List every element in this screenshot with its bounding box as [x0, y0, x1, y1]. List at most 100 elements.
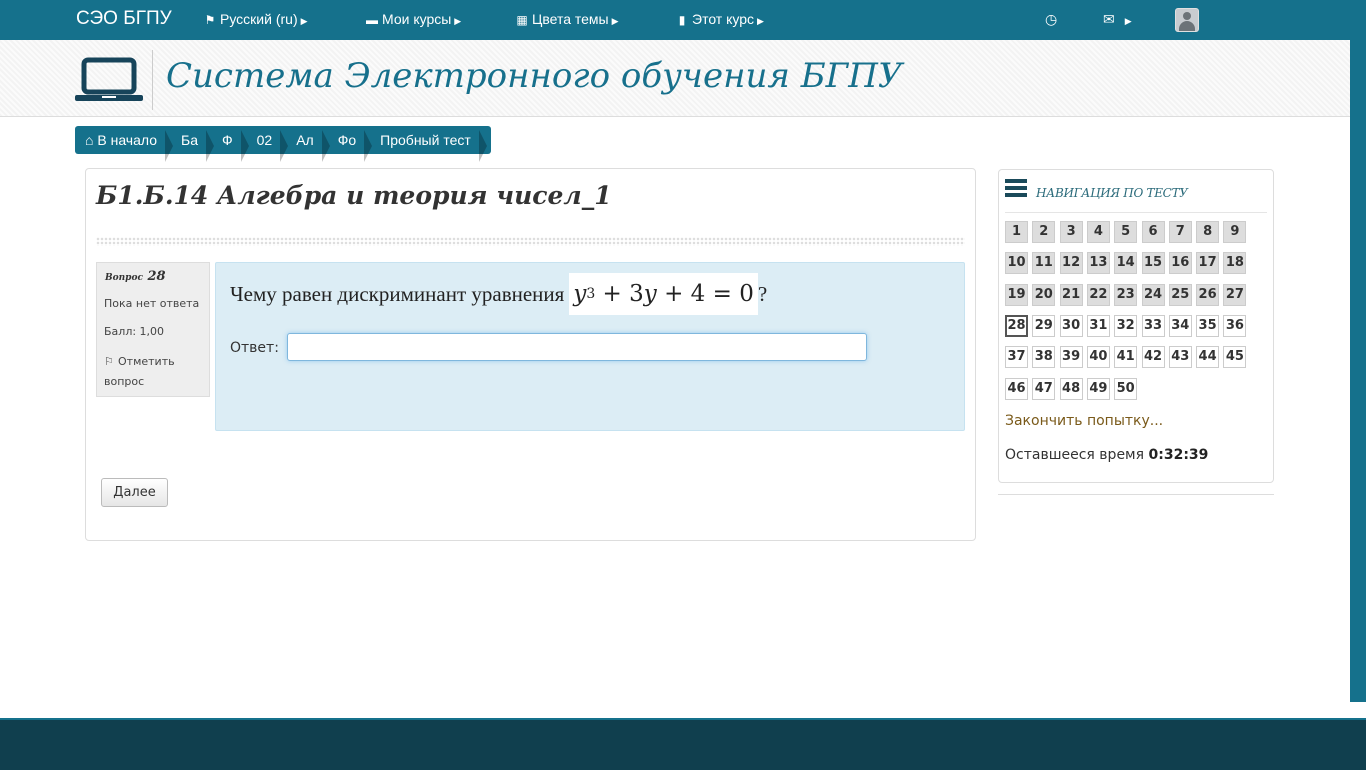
quiz-nav-button-25[interactable]: 25 — [1168, 283, 1192, 306]
page-footer — [0, 718, 1366, 770]
flag-question-button[interactable]: ⚐ Отметить вопрос — [104, 352, 204, 392]
formula-var: y — [573, 281, 587, 307]
quiz-nav-button-21[interactable]: 21 — [1059, 283, 1083, 306]
brand-link[interactable]: СЭО БГПУ — [76, 8, 172, 30]
time-remaining-value: 0:32:39 — [1148, 447, 1209, 463]
page-scrollbar[interactable] — [1350, 40, 1366, 702]
quiz-nav-button-43[interactable]: 43 — [1168, 346, 1192, 369]
quiz-nav-button-38[interactable]: 38 — [1032, 346, 1056, 369]
breadcrumb-item[interactable]: Ал — [280, 130, 330, 162]
dotted-divider — [96, 237, 965, 246]
formula-var: y — [643, 281, 657, 307]
quiz-nav-button-39[interactable]: 39 — [1059, 346, 1083, 369]
menu-language-label: Русский (ru) — [220, 11, 298, 27]
answer-input[interactable] — [287, 333, 867, 361]
quiz-nav-button-29[interactable]: 29 — [1032, 314, 1056, 337]
quiz-nav-button-42[interactable]: 42 — [1141, 346, 1165, 369]
question-mark: ? — [757, 281, 768, 306]
laptop-icon — [75, 57, 143, 101]
quiz-nav-button-34[interactable]: 34 — [1168, 314, 1192, 337]
quiz-nav-button-40[interactable]: 40 — [1086, 346, 1110, 369]
caret-right-icon: ▶ — [757, 16, 764, 26]
breadcrumb-home[interactable]: ⌂ В начало — [75, 130, 173, 162]
quiz-nav-button-24[interactable]: 24 — [1141, 283, 1165, 306]
quiz-nav-button-45[interactable]: 45 — [1223, 346, 1247, 369]
quiz-nav-button-16[interactable]: 16 — [1168, 252, 1192, 275]
breadcrumb-current[interactable]: Пробный тест — [364, 130, 487, 162]
home-icon: ⌂ — [85, 132, 94, 148]
quiz-nav-button-41[interactable]: 41 — [1114, 346, 1138, 369]
menu-icon[interactable] — [1005, 179, 1027, 200]
next-button[interactable]: Далее — [101, 478, 168, 507]
quiz-nav-button-20[interactable]: 20 — [1032, 283, 1056, 306]
quiz-nav-button-2[interactable]: 2 — [1032, 221, 1056, 243]
messages-menu[interactable]: ✉ ▶ — [1103, 11, 1132, 28]
question-number-label: Вопрос — [105, 273, 143, 283]
book-icon: ▮ — [678, 13, 686, 27]
quiz-nav-button-5[interactable]: 5 — [1114, 221, 1138, 243]
clock-icon[interactable]: ◷ — [1045, 11, 1057, 28]
quiz-nav-button-47[interactable]: 47 — [1032, 377, 1056, 400]
breadcrumb-item[interactable]: 02 — [241, 130, 288, 162]
question-number: Вопрос 28 — [105, 269, 166, 284]
quiz-nav-button-10[interactable]: 10 — [1005, 252, 1028, 275]
menu-theme-colors[interactable]: ▦ Цвета темы ▶ — [515, 11, 619, 27]
menu-this-course[interactable]: ▮ Этот курс ▶ — [675, 11, 764, 27]
quiz-nav-button-49[interactable]: 49 — [1086, 377, 1110, 400]
caret-right-icon: ▶ — [611, 16, 619, 26]
quiz-nav-button-50[interactable]: 50 — [1114, 377, 1138, 400]
question-text: Чему равен дискриминант уравнения y3 + 3… — [230, 273, 767, 315]
quiz-nav-button-31[interactable]: 31 — [1086, 314, 1110, 337]
quiz-nav-button-37[interactable]: 37 — [1005, 346, 1028, 369]
quiz-nav-button-15[interactable]: 15 — [1141, 252, 1165, 275]
site-banner: Система Электронного обучения БГПУ — [0, 40, 1366, 117]
quiz-nav-button-28[interactable]: 28 — [1005, 314, 1028, 337]
flag-outline-icon: ⚐ — [104, 355, 114, 368]
user-avatar[interactable] — [1175, 8, 1199, 32]
quiz-nav-button-32[interactable]: 32 — [1114, 314, 1138, 337]
quiz-nav-button-8[interactable]: 8 — [1196, 221, 1220, 243]
breadcrumb-item[interactable]: Ба — [165, 130, 214, 162]
quiz-nav-button-9[interactable]: 9 — [1223, 221, 1247, 243]
quiz-nav-button-14[interactable]: 14 — [1114, 252, 1138, 275]
site-name[interactable]: Система Электронного обучения БГПУ — [166, 56, 902, 96]
quiz-nav-button-7[interactable]: 7 — [1168, 221, 1192, 243]
quiz-nav-button-1[interactable]: 1 — [1005, 221, 1028, 243]
quiz-nav-button-3[interactable]: 3 — [1059, 221, 1083, 243]
quiz-nav-button-13[interactable]: 13 — [1086, 252, 1110, 275]
caret-right-icon: ▶ — [300, 16, 308, 26]
answer-label: Ответ: — [230, 340, 279, 356]
envelope-icon: ✉ — [1103, 11, 1115, 27]
quiz-nav-button-22[interactable]: 22 — [1086, 283, 1110, 306]
block-divider — [998, 494, 1274, 495]
menu-language[interactable]: ⚑ Русский (ru) ▶ — [203, 11, 308, 27]
quiz-nav-button-44[interactable]: 44 — [1196, 346, 1220, 369]
quiz-nav-button-48[interactable]: 48 — [1059, 377, 1083, 400]
quiz-nav-button-6[interactable]: 6 — [1141, 221, 1165, 243]
quiz-nav-button-12[interactable]: 12 — [1059, 252, 1083, 275]
quiz-nav-button-30[interactable]: 30 — [1059, 314, 1083, 337]
menu-my-courses[interactable]: ▬ Мои курсы ▶ — [365, 11, 461, 27]
breadcrumb-item[interactable]: Ф — [206, 130, 249, 162]
quiz-nav-button-36[interactable]: 36 — [1223, 314, 1247, 337]
breadcrumb-item[interactable]: Фо — [322, 130, 373, 162]
main-content: Б1.Б.14 Алгебра и теория чисел_1 Вопрос … — [85, 168, 976, 541]
time-remaining-label: Оставшееся время — [1005, 447, 1145, 463]
quiz-nav-button-33[interactable]: 33 — [1141, 314, 1165, 337]
question-content: Чему равен дискриминант уравнения y3 + 3… — [215, 262, 965, 431]
quiz-nav-button-46[interactable]: 46 — [1005, 377, 1028, 400]
menu-my-courses-label: Мои курсы — [382, 11, 452, 27]
quiz-nav-button-17[interactable]: 17 — [1196, 252, 1220, 275]
formula-exponent: 3 — [586, 286, 596, 302]
quiz-nav-button-26[interactable]: 26 — [1196, 283, 1220, 306]
quiz-nav-button-35[interactable]: 35 — [1196, 314, 1220, 337]
quiz-nav-button-19[interactable]: 19 — [1005, 283, 1028, 306]
menu-theme-colors-label: Цвета темы — [532, 11, 609, 27]
quiz-nav-button-18[interactable]: 18 — [1223, 252, 1247, 275]
quiz-nav-button-11[interactable]: 11 — [1032, 252, 1056, 275]
quiz-nav-button-27[interactable]: 27 — [1223, 283, 1247, 306]
breadcrumb-home-label: В начало — [97, 132, 157, 148]
finish-attempt-link[interactable]: Закончить попытку... — [1005, 413, 1163, 429]
quiz-nav-button-23[interactable]: 23 — [1114, 283, 1138, 306]
quiz-nav-button-4[interactable]: 4 — [1086, 221, 1110, 243]
